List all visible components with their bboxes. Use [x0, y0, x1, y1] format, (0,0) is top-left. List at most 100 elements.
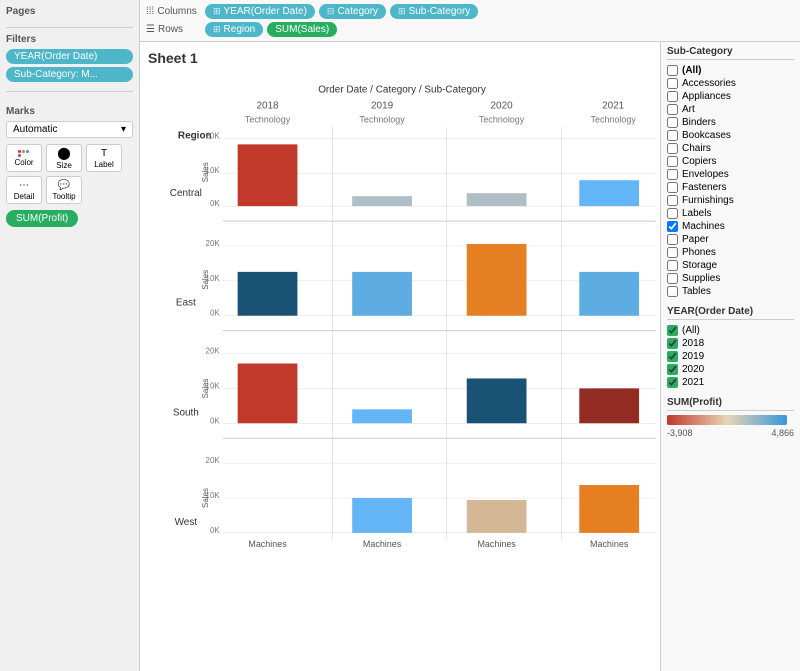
- year-item-2021[interactable]: 2021: [667, 376, 794, 389]
- chart-main: Sheet 1 Order Date / Category / Sub-Cate…: [140, 42, 660, 671]
- filter-item-furnishings[interactable]: Furnishings: [667, 194, 794, 207]
- svg-text:2019: 2019: [371, 101, 394, 112]
- bar-central-2018[interactable]: [238, 144, 298, 206]
- year-item-2018[interactable]: 2018: [667, 337, 794, 350]
- columns-row: ⁞⁞⁞ Columns ⊞ YEAR(Order Date) ⊟ Categor…: [146, 4, 794, 19]
- svg-text:0K: 0K: [210, 526, 220, 535]
- bar-west-2019[interactable]: [352, 498, 412, 533]
- year-checkbox-all[interactable]: [667, 325, 678, 336]
- filter-checkbox-storage[interactable]: [667, 260, 678, 271]
- chart-container: Sheet 1 Order Date / Category / Sub-Cate…: [140, 42, 800, 671]
- filter-checkbox-art[interactable]: [667, 104, 678, 115]
- chart-svg: Order Date / Category / Sub-Category 201…: [148, 72, 656, 659]
- filter-label-appliances: Appliances: [682, 91, 731, 102]
- bar-west-2021[interactable]: [579, 485, 639, 533]
- bar-south-2018[interactable]: [238, 364, 298, 424]
- year-item-all[interactable]: (All): [667, 324, 794, 337]
- year-checkbox-2021[interactable]: [667, 377, 678, 388]
- bar-central-2020[interactable]: [467, 193, 527, 206]
- tooltip-label: Tooltip: [52, 192, 75, 201]
- filter-checkbox-chairs[interactable]: [667, 143, 678, 154]
- filter-checkbox-binders[interactable]: [667, 117, 678, 128]
- sum-profit-pill[interactable]: SUM(Profit): [6, 210, 78, 227]
- filter-label-phones: Phones: [682, 247, 716, 258]
- category-pill[interactable]: ⊟ Category: [319, 4, 386, 19]
- svg-text:2018: 2018: [256, 101, 279, 112]
- filter-item-bookcases[interactable]: Bookcases: [667, 129, 794, 142]
- subcategory-filter-pill[interactable]: Sub-Category: M...: [6, 67, 133, 82]
- year-filter-title: YEAR(Order Date): [667, 306, 794, 320]
- filter-checkbox-tables[interactable]: [667, 286, 678, 297]
- rows-label: ☰ Rows: [146, 24, 201, 35]
- filter-checkbox-phones[interactable]: [667, 247, 678, 258]
- year-pill[interactable]: ⊞ YEAR(Order Date): [205, 4, 315, 19]
- filter-item-supplies[interactable]: Supplies: [667, 272, 794, 285]
- filter-item-tables[interactable]: Tables: [667, 285, 794, 298]
- bar-south-2021[interactable]: [579, 388, 639, 423]
- year-item-2020[interactable]: 2020: [667, 363, 794, 376]
- subcategory-pill-icon: ⊞: [398, 6, 406, 17]
- filter-label-furnishings: Furnishings: [682, 195, 734, 206]
- filter-item-phones[interactable]: Phones: [667, 246, 794, 259]
- size-button[interactable]: ⬤ Size: [46, 144, 82, 172]
- svg-text:East: East: [176, 298, 196, 309]
- filter-checkbox-bookcases[interactable]: [667, 130, 678, 141]
- filter-item-appliances[interactable]: Appliances: [667, 90, 794, 103]
- bar-east-2019[interactable]: [352, 272, 412, 316]
- sum-sales-pill[interactable]: SUM(Sales): [267, 22, 337, 37]
- bar-east-2020[interactable]: [467, 244, 527, 316]
- year-checkbox-2020[interactable]: [667, 364, 678, 375]
- bar-central-2021[interactable]: [579, 180, 639, 206]
- filter-item-all[interactable]: (All): [667, 64, 794, 77]
- tooltip-button[interactable]: 💬 Tooltip: [46, 176, 82, 204]
- region-pill-label: Region: [224, 24, 256, 35]
- filter-checkbox-accessories[interactable]: [667, 78, 678, 89]
- color-button[interactable]: Color: [6, 144, 42, 172]
- filter-checkbox-labels[interactable]: [667, 208, 678, 219]
- filter-checkbox-all[interactable]: [667, 65, 678, 76]
- filter-checkbox-fasteners[interactable]: [667, 182, 678, 193]
- filter-item-accessories[interactable]: Accessories: [667, 77, 794, 90]
- detail-button[interactable]: ⋯ Detail: [6, 176, 42, 204]
- marks-dropdown[interactable]: Automatic ▾: [6, 121, 133, 138]
- bar-east-2021[interactable]: [579, 272, 639, 316]
- bar-south-2020[interactable]: [467, 378, 527, 423]
- filter-item-storage[interactable]: Storage: [667, 259, 794, 272]
- filter-item-labels[interactable]: Labels: [667, 207, 794, 220]
- filter-label-labels: Labels: [682, 208, 711, 219]
- filter-item-binders[interactable]: Binders: [667, 116, 794, 129]
- filter-checkbox-envelopes[interactable]: [667, 169, 678, 180]
- left-panel: Pages Filters YEAR(Order Date) Sub-Categ…: [0, 0, 140, 671]
- chevron-down-icon: ▾: [121, 124, 126, 135]
- filter-item-machines[interactable]: Machines: [667, 220, 794, 233]
- region-pill[interactable]: ⊞ Region: [205, 22, 263, 37]
- filter-item-fasteners[interactable]: Fasteners: [667, 181, 794, 194]
- bar-central-2019[interactable]: [352, 196, 412, 206]
- filter-item-envelopes[interactable]: Envelopes: [667, 168, 794, 181]
- filter-item-paper[interactable]: Paper: [667, 233, 794, 246]
- filter-checkbox-paper[interactable]: [667, 234, 678, 245]
- filter-item-chairs[interactable]: Chairs: [667, 142, 794, 155]
- filter-item-copiers[interactable]: Copiers: [667, 155, 794, 168]
- year-checkbox-2019[interactable]: [667, 351, 678, 362]
- subcategory-pill[interactable]: ⊞ Sub-Category: [390, 4, 478, 19]
- year-checkbox-2018[interactable]: [667, 338, 678, 349]
- svg-text:0K: 0K: [210, 199, 220, 208]
- bar-south-2019[interactable]: [352, 409, 412, 423]
- svg-text:South: South: [173, 407, 199, 418]
- filter-checkbox-supplies[interactable]: [667, 273, 678, 284]
- svg-text:0K: 0K: [210, 416, 220, 425]
- svg-text:Order Date / Category / Sub-Ca: Order Date / Category / Sub-Category: [318, 85, 486, 96]
- bar-west-2020[interactable]: [467, 500, 527, 533]
- year-item-2019[interactable]: 2019: [667, 350, 794, 363]
- filter-checkbox-appliances[interactable]: [667, 91, 678, 102]
- subcategory-filter-title: Sub-Category: [667, 46, 794, 60]
- filter-item-art[interactable]: Art: [667, 103, 794, 116]
- filter-checkbox-copiers[interactable]: [667, 156, 678, 167]
- year-filter-pill[interactable]: YEAR(Order Date): [6, 49, 133, 64]
- filter-checkbox-machines[interactable]: [667, 221, 678, 232]
- bar-east-2018[interactable]: [238, 272, 298, 316]
- svg-text:Sales: Sales: [201, 488, 210, 508]
- filter-checkbox-furnishings[interactable]: [667, 195, 678, 206]
- label-button[interactable]: T Label: [86, 144, 122, 172]
